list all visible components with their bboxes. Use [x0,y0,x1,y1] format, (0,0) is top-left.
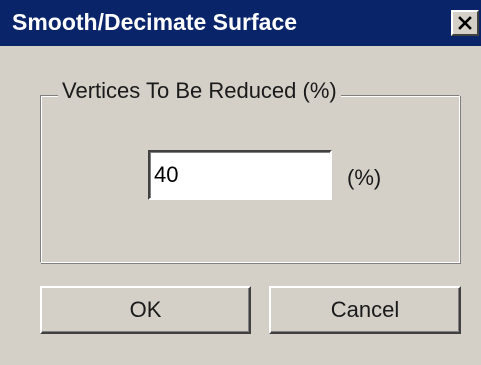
close-icon [457,15,473,31]
percent-unit-label: (%) [347,165,382,190]
title-bar[interactable]: Smooth/Decimate Surface [0,0,481,46]
close-button[interactable] [451,10,479,36]
window-title: Smooth/Decimate Surface [12,9,298,35]
reduction-percent-input[interactable] [148,150,332,200]
ok-button[interactable]: OK [40,286,251,334]
smooth-decimate-dialog: Smooth/Decimate Surface Vertices To Be R… [0,0,481,365]
cancel-button[interactable]: Cancel [269,286,461,334]
group-label: Vertices To Be Reduced (%) [58,77,341,105]
